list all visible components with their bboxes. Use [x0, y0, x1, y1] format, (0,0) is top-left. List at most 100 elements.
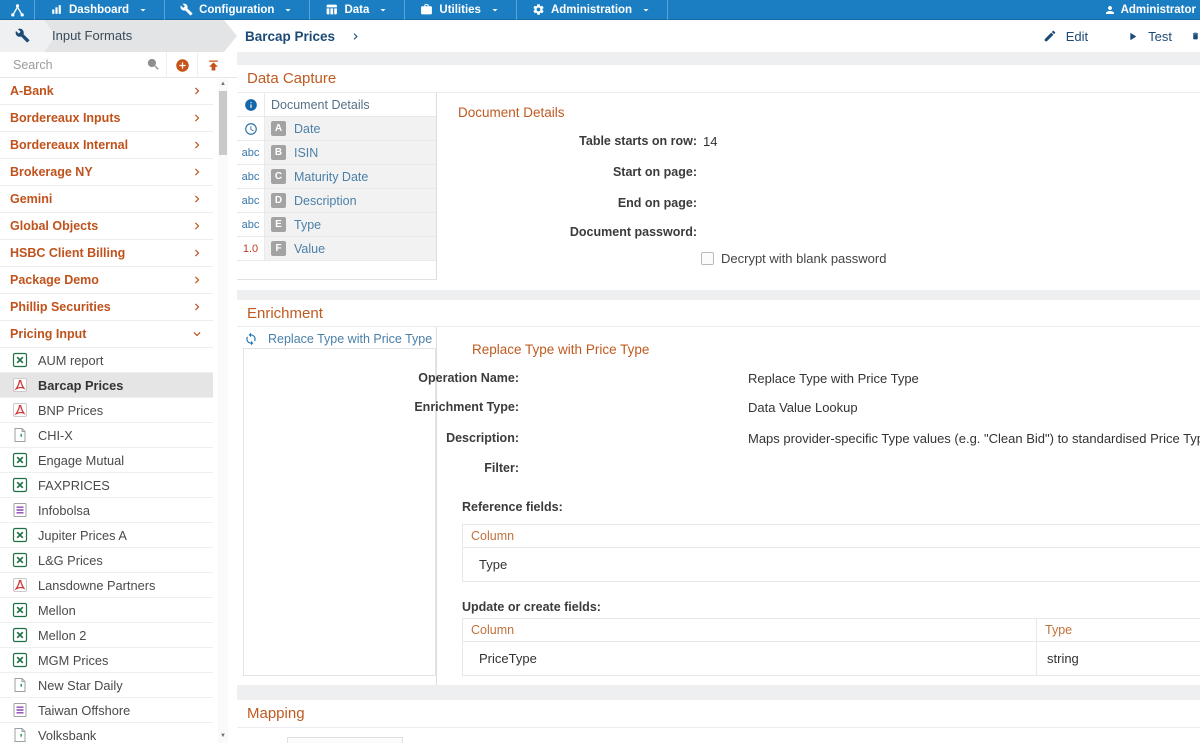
sidebar-item-mellon[interactable]: Mellon — [0, 598, 213, 623]
sidebar-group-label: HSBC Client Billing — [10, 246, 125, 260]
sidebar-item-label: L&G Prices — [38, 553, 103, 568]
caret-down-icon — [282, 4, 294, 16]
test-button[interactable]: Test — [1107, 20, 1191, 52]
sidebar-item-volksbank[interactable]: Volksbank — [0, 723, 213, 743]
sidebar-item-chi-x[interactable]: CHI-X — [0, 423, 213, 448]
column-badge: D — [271, 193, 286, 208]
sidebar-group-hsbc-client-billing[interactable]: HSBC Client Billing — [0, 240, 213, 267]
sidebar-item-label: Infobolsa — [38, 503, 90, 518]
field-label: End on page: — [455, 196, 697, 210]
add-format-button[interactable] — [166, 52, 197, 78]
sidebar-group-bordereaux-inputs[interactable]: Bordereaux Inputs — [0, 105, 213, 132]
capture-field-isin[interactable]: abc BISIN — [237, 141, 436, 165]
nav-administration[interactable]: Administration — [517, 0, 668, 20]
column-badge: B — [271, 145, 286, 160]
update-fields-table: ColumnTypePriceTypestring — [462, 618, 1200, 676]
enrichment-list-panel — [243, 348, 436, 676]
sidebar-group-package-demo[interactable]: Package Demo — [0, 267, 213, 294]
clock-icon — [244, 122, 258, 136]
field-label: Operation Name: — [237, 371, 519, 385]
play-icon — [1126, 30, 1139, 43]
capture-field-value[interactable]: 1.0 FValue — [237, 237, 436, 261]
nav-item-label: Configuration — [199, 4, 274, 16]
scrollbar-thumb[interactable] — [219, 91, 227, 155]
nav-data[interactable]: Data — [310, 0, 405, 20]
gear-icon — [532, 3, 545, 16]
column-badge: C — [271, 169, 286, 184]
upload-icon — [206, 58, 221, 73]
capture-field-type[interactable]: abc EType — [237, 213, 436, 237]
sidebar-item-bnp-prices[interactable]: BNP Prices — [0, 398, 213, 423]
sidebar-item-new-star-daily[interactable]: New Star Daily — [0, 673, 213, 698]
sidebar-item-taiwan-offshore[interactable]: Taiwan Offshore — [0, 698, 213, 723]
generic-file-icon — [12, 677, 28, 693]
capture-field-description[interactable]: abc DDescription — [237, 189, 436, 213]
excel-file-icon — [12, 477, 28, 493]
field-label: Enrichment Type: — [237, 400, 519, 414]
sidebar-item-label: New Star Daily — [38, 678, 123, 693]
data-capture-title: Data Capture — [237, 65, 1200, 93]
sidebar-group-pricing-input[interactable]: Pricing Input — [0, 321, 213, 348]
user-menu[interactable]: Administrator — [1104, 0, 1198, 20]
sidebar-group-brokerage-ny[interactable]: Brokerage NY — [0, 159, 213, 186]
table-header-row: Column — [463, 525, 1200, 548]
sidebar-item-label: MGM Prices — [38, 653, 108, 668]
nav-utilities[interactable]: Utilities — [405, 0, 517, 20]
nav-item-label: Dashboard — [69, 4, 129, 16]
capture-field-maturity-date[interactable]: abc CMaturity Date — [237, 165, 436, 189]
sidebar-group-label: Bordereaux Inputs — [10, 111, 120, 125]
nav-configuration[interactable]: Configuration — [165, 0, 310, 20]
scroll-down-arrow[interactable]: ▼ — [218, 731, 228, 741]
table-row[interactable]: Type — [463, 548, 1200, 581]
edit-button[interactable]: Edit — [1024, 20, 1107, 52]
sidebar-group-a-bank[interactable]: A-Bank — [0, 78, 213, 105]
capture-field-label: Type — [294, 218, 321, 232]
field-row-table-starts-on-row: Table starts on row: 14 — [455, 134, 1200, 150]
sidebar-item-aum-report[interactable]: AUM report — [0, 348, 213, 373]
sidebar-group-label: Package Demo — [10, 273, 99, 287]
delete-icon[interactable] — [1191, 28, 1200, 44]
table-row[interactable]: PriceTypestring — [463, 642, 1200, 675]
sidebar-group-phillip-securities[interactable]: Phillip Securities — [0, 294, 213, 321]
scroll-up-arrow[interactable]: ▲ — [218, 79, 228, 89]
main-menu: Dashboard Configuration Data Utilities A… — [34, 0, 668, 20]
sidebar-item-mgm-prices[interactable]: MGM Prices — [0, 648, 213, 673]
column-badge: F — [271, 241, 286, 256]
table-header-row: ColumnType — [463, 619, 1200, 642]
field-label: Filter: — [237, 461, 519, 475]
test-button-label: Test — [1148, 29, 1172, 44]
sidebar-item-label: Taiwan Offshore — [38, 703, 130, 718]
capture-field-document-details[interactable]: Document Details — [237, 93, 436, 117]
sidebar-item-l-g-prices[interactable]: L&G Prices — [0, 548, 213, 573]
sidebar-item-label: Engage Mutual — [38, 453, 124, 468]
mapping-list-panel — [287, 737, 403, 743]
nav-dashboard[interactable]: Dashboard — [35, 0, 165, 20]
search-input[interactable] — [0, 52, 140, 77]
decrypt-checkbox[interactable]: Decrypt with blank password — [701, 251, 886, 266]
app-logo-icon[interactable] — [0, 0, 34, 20]
sidebar-item-label: Lansdowne Partners — [38, 578, 155, 593]
sidebar-item-mellon-2[interactable]: Mellon 2 — [0, 623, 213, 648]
sidebar-item-engage-mutual[interactable]: Engage Mutual — [0, 448, 213, 473]
breadcrumb-current[interactable]: Barcap Prices — [245, 20, 362, 52]
chevron-right-icon — [349, 30, 362, 43]
sidebar-group-bordereaux-internal[interactable]: Bordereaux Internal — [0, 132, 213, 159]
sidebar-group-gemini[interactable]: Gemini — [0, 186, 213, 213]
sidebar-item-lansdowne-partners[interactable]: Lansdowne Partners — [0, 573, 213, 598]
sidebar-group-global-objects[interactable]: Global Objects — [0, 213, 213, 240]
sidebar-scrollbar[interactable]: ▲ ▼ — [218, 79, 228, 743]
upload-format-button[interactable] — [197, 52, 228, 78]
sidebar-item-faxprices[interactable]: FAXPRICES — [0, 473, 213, 498]
enrichment-operation-tab[interactable]: Replace Type with Price Type — [237, 327, 436, 350]
excel-file-icon — [12, 602, 28, 618]
sidebar-item-infobolsa[interactable]: Infobolsa — [0, 498, 213, 523]
capture-detail-pane: Document Details Table starts on row: 14… — [455, 93, 1200, 290]
sidebar-item-barcap-prices[interactable]: Barcap Prices — [0, 373, 213, 398]
sidebar-item-jupiter-prices-a[interactable]: Jupiter Prices A — [0, 523, 213, 548]
checkbox-box[interactable] — [701, 252, 714, 265]
capture-field-date[interactable]: ADate — [237, 117, 436, 141]
excel-file-icon — [12, 527, 28, 543]
capture-field-label: Document Details — [271, 98, 370, 112]
field-label: Document password: — [455, 225, 697, 239]
breadcrumb-root-label: Input Formats — [52, 20, 132, 52]
